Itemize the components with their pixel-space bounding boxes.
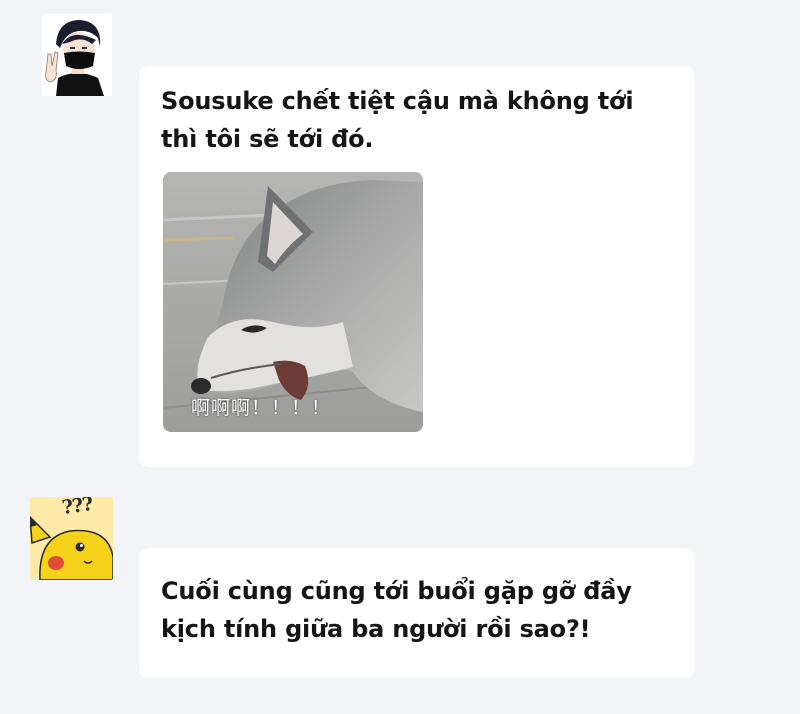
sticker-caption: 啊啊啊！！！！ [191,397,332,419]
avatar-pikachu-confused-icon[interactable]: ??? [30,497,113,580]
message-text: Cuối cùng cũng tới buổi gặp gỡ đầy kịch … [161,577,632,643]
avatar-masked-guy-icon[interactable] [42,14,112,96]
husky-sticker-image[interactable]: 啊啊啊！！！！ [163,172,423,432]
message-bubble: Cuối cùng cũng tới buổi gặp gỡ đầy kịch … [139,548,695,678]
message-text: Sousuke chết tiệt cậu mà không tới thì t… [161,87,634,153]
message-bubble: Sousuke chết tiệt cậu mà không tới thì t… [139,66,695,467]
